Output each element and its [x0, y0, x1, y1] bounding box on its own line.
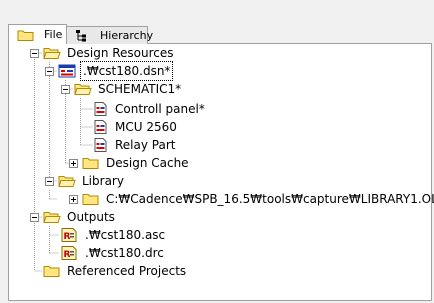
tree-item-design-cache[interactable]: Design Cache: [69, 154, 191, 172]
collapse-toggle[interactable]: [30, 212, 39, 222]
tree-item-label: Controll panel*: [115, 102, 205, 116]
folder-icon: [82, 194, 99, 205]
folder-icon: [17, 30, 34, 41]
project-tree-panel: Design Resources .₩cst180.dsn* SCHEMATIC…: [8, 43, 434, 301]
folder-open-icon: [58, 176, 76, 187]
tree-item-label: Library: [82, 174, 124, 188]
tree-item-label: Relay Part: [115, 138, 176, 152]
folder-icon: [43, 266, 60, 277]
expand-toggle[interactable]: [69, 194, 78, 204]
tree-item-page[interactable]: Controll panel*: [91, 100, 207, 118]
folder-open-icon: [74, 84, 92, 95]
tab-hierarchy-label: Hierarchy: [100, 29, 154, 42]
report-file-icon: R: [61, 228, 77, 242]
collapse-toggle[interactable]: [45, 176, 54, 186]
schematic-page-icon: [94, 120, 107, 134]
tree-item-output-file[interactable]: R .₩cst180.asc: [61, 226, 167, 244]
tree-item-referenced-projects[interactable]: Referenced Projects: [30, 262, 188, 280]
tree-item-page[interactable]: MCU 2560: [91, 118, 179, 136]
tree-item-design-resources[interactable]: Design Resources: [30, 44, 176, 62]
tree-item-output-file[interactable]: R .₩cst180.drc: [61, 244, 166, 262]
tree-item-library-file[interactable]: C:₩Cadence₩SPB_16.5₩tools₩capture₩LIBRAR…: [69, 190, 434, 208]
tree-item-label: Design Cache: [106, 156, 189, 170]
expand-toggle[interactable]: [69, 158, 78, 168]
tab-bar: File Hierarchy: [0, 0, 434, 44]
report-file-icon: R: [61, 246, 77, 260]
tab-hierarchy[interactable]: Hierarchy: [66, 26, 153, 44]
tree-item-page[interactable]: Relay Part: [91, 136, 177, 154]
tree-item-label: Referenced Projects: [67, 264, 187, 278]
tree-item-label: .₩cst180.drc: [85, 246, 164, 260]
schematic-page-icon: [94, 138, 107, 152]
collapse-toggle[interactable]: [45, 66, 54, 76]
tab-file-label: File: [44, 28, 63, 41]
tree-item-label: Design Resources: [67, 46, 174, 60]
tree-item-outputs[interactable]: Outputs: [30, 208, 117, 226]
tree-item-schematic[interactable]: SCHEMATIC1*: [61, 80, 183, 98]
tree-item-label: MCU 2560: [115, 120, 177, 134]
tree-item-label: SCHEMATIC1*: [98, 82, 182, 96]
tab-file[interactable]: File: [8, 24, 67, 44]
svg-text:R: R: [64, 232, 71, 242]
schematic-page-icon: [94, 102, 107, 116]
tree-item-label: .₩cst180.asc: [85, 228, 166, 242]
design-file-icon: [58, 64, 76, 78]
tree-item-library[interactable]: Library: [45, 172, 126, 190]
tree-item-label: C:₩Cadence₩SPB_16.5₩tools₩capture₩LIBRAR…: [106, 192, 434, 206]
collapse-toggle[interactable]: [61, 84, 70, 94]
folder-open-icon: [43, 212, 61, 223]
collapse-toggle[interactable]: [30, 48, 39, 58]
project-tree: Design Resources .₩cst180.dsn* SCHEMATIC…: [9, 44, 434, 300]
tree-item-label: .₩cst180.dsn*: [80, 61, 174, 81]
tree-item-dsn[interactable]: .₩cst180.dsn*: [45, 61, 174, 81]
tree-item-label: Outputs: [67, 210, 115, 224]
folder-open-icon: [43, 48, 61, 59]
folder-icon: [82, 158, 99, 169]
hierarchy-icon: [76, 29, 86, 41]
svg-text:R: R: [64, 250, 71, 260]
